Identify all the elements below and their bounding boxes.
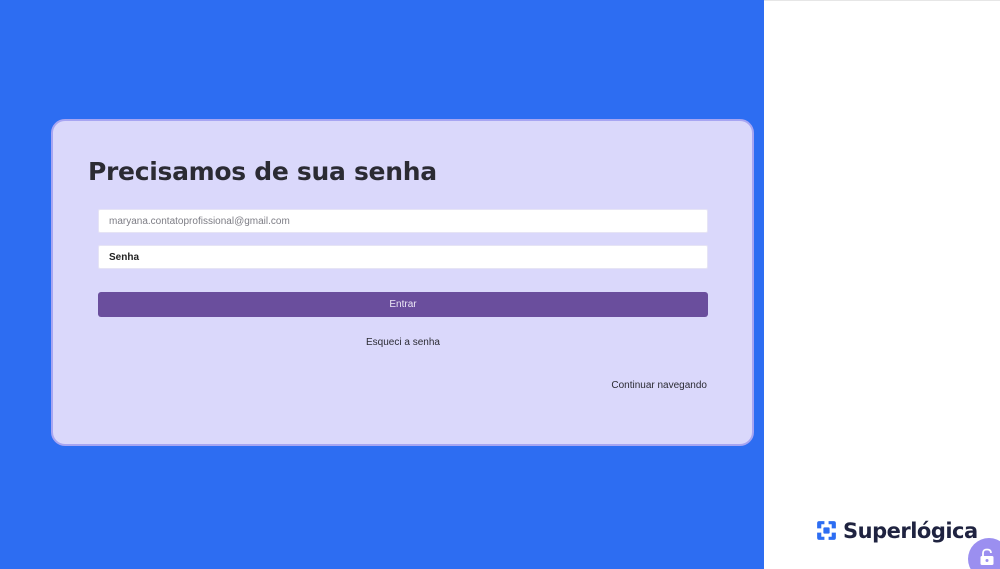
unlock-icon <box>980 548 994 565</box>
superlogica-logo-icon <box>817 521 836 540</box>
brand-logo: Superlógica <box>814 518 978 543</box>
brand-name: Superlógica <box>843 518 978 543</box>
background-panel-right <box>764 0 1000 569</box>
login-card: Precisamos de sua senha Entrar Esqueci a… <box>51 119 754 446</box>
password-field[interactable] <box>98 245 708 269</box>
email-field[interactable] <box>98 209 708 233</box>
forgot-password-link[interactable]: Esqueci a senha <box>53 337 753 348</box>
continue-browsing-link[interactable]: Continuar navegando <box>611 380 707 391</box>
login-button[interactable]: Entrar <box>98 292 708 317</box>
page-title: Precisamos de sua senha <box>88 157 437 186</box>
